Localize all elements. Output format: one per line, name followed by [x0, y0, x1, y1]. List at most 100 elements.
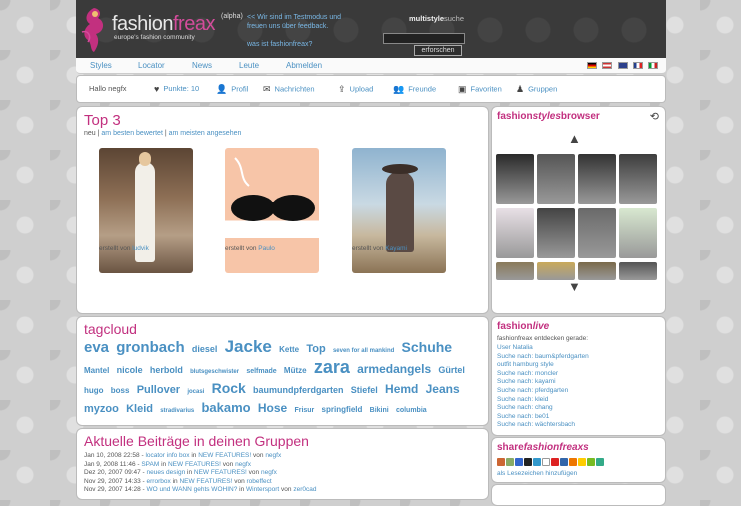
tag-link[interactable]: Jacke — [225, 337, 272, 356]
tag-link[interactable]: jocasi — [187, 389, 204, 395]
live-item[interactable]: outfit hamburg style — [497, 361, 589, 370]
nav-leute[interactable]: Leute — [239, 61, 259, 70]
tag-link[interactable]: bakamo — [201, 400, 250, 415]
tag-link[interactable]: stradivarius — [160, 408, 194, 414]
tag-link[interactable]: armedangels — [357, 362, 431, 376]
author-link[interactable]: robeffect — [247, 478, 272, 485]
outfit-photo[interactable] — [352, 148, 446, 273]
top-item-1[interactable] — [99, 148, 193, 273]
tag-link[interactable]: Mantel — [84, 366, 109, 375]
tag-link[interactable]: Kette — [279, 345, 299, 354]
search-button[interactable]: erforschen — [414, 45, 462, 56]
scroll-up-icon[interactable]: ▲ — [568, 131, 581, 146]
nav-abmelden[interactable]: Abmelden — [286, 61, 322, 70]
tag-link[interactable]: Pullover — [137, 384, 180, 396]
author-link[interactable]: zer0cad — [293, 486, 316, 493]
feedback-link[interactable]: << Wir sind im Testmodus und freuen uns … — [247, 14, 341, 30]
post-link[interactable]: locator info box — [145, 452, 189, 459]
outfit-photo[interactable] — [99, 148, 193, 273]
tag-link[interactable]: zara — [314, 357, 350, 377]
favorites-link[interactable]: ▣ Favoriten — [458, 84, 502, 95]
share-icon[interactable] — [587, 458, 595, 466]
group-link[interactable]: NEW FEATURES! — [194, 469, 247, 476]
author-link[interactable]: negfx — [261, 469, 277, 476]
style-thumbnail[interactable] — [578, 154, 616, 204]
style-thumbnail[interactable] — [537, 262, 575, 280]
tag-link[interactable]: Hose — [258, 401, 287, 415]
nav-locator[interactable]: Locator — [138, 61, 165, 70]
live-item[interactable]: Suche nach: pferdgarten — [497, 387, 589, 396]
flag-uk-icon[interactable] — [617, 62, 628, 70]
brand-logo[interactable]: fashionfreax — [112, 13, 215, 36]
live-item[interactable]: Suche nach: baum&pferdgarten — [497, 353, 589, 362]
tag-link[interactable]: springfield — [322, 405, 363, 414]
friends-link[interactable]: 👥 Freunde — [393, 84, 436, 95]
style-thumbnail[interactable] — [619, 208, 657, 258]
bookmark-link[interactable]: als Lesezeichen hinzufügen — [497, 470, 577, 477]
tag-link[interactable]: myzoo — [84, 403, 119, 415]
share-icon[interactable] — [497, 458, 505, 466]
style-thumbnail[interactable] — [578, 262, 616, 280]
upload-link[interactable]: ⇪ Upload — [338, 84, 373, 95]
tag-link[interactable]: boss — [111, 386, 130, 395]
search-input[interactable] — [383, 33, 465, 44]
live-item[interactable]: Suche nach: moncler — [497, 370, 589, 379]
about-link[interactable]: was ist fashionfreax? — [247, 40, 347, 49]
live-item[interactable]: Suche nach: kayami — [497, 378, 589, 387]
tag-link[interactable]: baumundpferdgarten — [253, 385, 344, 395]
tag-link[interactable]: Mütze — [284, 366, 307, 375]
creator-link[interactable]: Paulo — [258, 245, 275, 252]
group-link[interactable]: NEW FEATURES! — [198, 452, 251, 459]
tag-link[interactable]: gronbach — [116, 339, 184, 356]
tab-most-viewed[interactable]: am meisten angesehen — [169, 130, 242, 137]
style-thumbnail[interactable] — [619, 262, 657, 280]
style-thumbnail[interactable] — [496, 262, 534, 280]
live-item[interactable]: Suche nach: kleid — [497, 396, 589, 405]
tag-link[interactable]: Top — [306, 343, 325, 355]
live-item[interactable]: Suche nach: be01 — [497, 413, 589, 422]
live-item[interactable]: Suche nach: wächtersbach — [497, 421, 589, 430]
post-link[interactable]: errorbox — [147, 478, 171, 485]
share-icon[interactable] — [551, 458, 559, 466]
messages-link[interactable]: ✉ Nachrichten — [263, 84, 315, 95]
flag-at-icon[interactable] — [602, 62, 613, 70]
creator-link[interactable]: ludvik — [132, 245, 149, 252]
tag-link[interactable]: seven for all mankind — [333, 348, 394, 354]
tag-link[interactable]: herbold — [150, 365, 183, 375]
tab-new[interactable]: neu — [84, 130, 96, 137]
nav-news[interactable]: News — [192, 61, 212, 70]
live-item[interactable]: User Natalia — [497, 344, 589, 353]
group-link[interactable]: NEW FEATURES! — [168, 461, 221, 468]
tag-link[interactable]: Stiefel — [351, 385, 378, 395]
top-item-2[interactable] — [225, 148, 319, 273]
tag-link[interactable]: diesel — [192, 344, 218, 354]
share-icon[interactable] — [524, 458, 532, 466]
tag-link[interactable]: Gürtel — [438, 365, 465, 375]
sunglasses-photo[interactable] — [225, 148, 319, 273]
group-link[interactable]: Wintersport — [246, 486, 279, 493]
share-icon[interactable] — [569, 458, 577, 466]
tag-link[interactable]: hugo — [84, 386, 104, 395]
tag-link[interactable]: Bikini — [370, 407, 389, 414]
style-thumbnail[interactable] — [496, 208, 534, 258]
live-item[interactable]: Suche nach: chang — [497, 404, 589, 413]
groups-link[interactable]: ♟ Gruppen — [516, 84, 557, 95]
post-link[interactable]: SPAM — [141, 461, 159, 468]
tag-link[interactable]: Hemd — [385, 382, 418, 396]
nav-styles[interactable]: Styles — [90, 61, 112, 70]
style-thumbnail[interactable] — [619, 154, 657, 204]
share-icon[interactable] — [506, 458, 514, 466]
post-link[interactable]: WO und WANN gehts WOHIN? — [147, 486, 238, 493]
tag-link[interactable]: blutsgeschwister — [190, 369, 239, 375]
share-icon[interactable] — [596, 458, 604, 466]
scroll-down-icon[interactable]: ▼ — [568, 279, 581, 294]
tag-link[interactable]: Rock — [212, 380, 246, 396]
tag-link[interactable]: columbia — [396, 407, 427, 414]
author-link[interactable]: negfx — [265, 452, 281, 459]
style-thumbnail[interactable] — [578, 208, 616, 258]
tag-link[interactable]: Schuhe — [402, 339, 453, 355]
tab-best-rated[interactable]: am besten bewertet — [101, 130, 162, 137]
flag-it-icon[interactable] — [648, 62, 658, 70]
share-icon[interactable] — [578, 458, 586, 466]
tag-link[interactable]: eva — [84, 339, 109, 356]
